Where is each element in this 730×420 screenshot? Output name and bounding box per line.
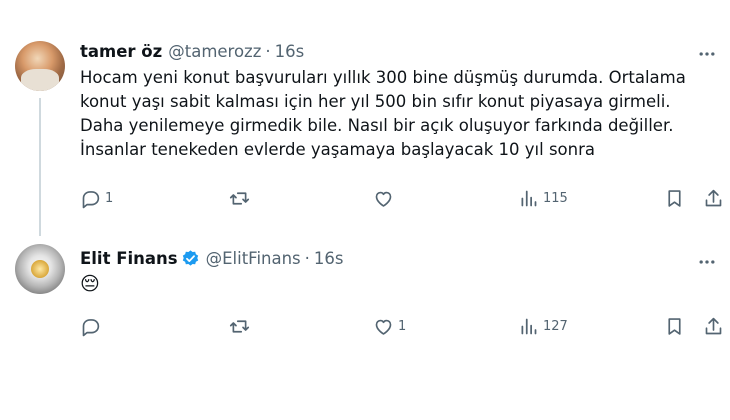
views-count: 127 bbox=[543, 319, 568, 334]
tweet-text-line: Hocam yeni konut başvuruları yıllık 300 … bbox=[80, 68, 686, 87]
tweet-text-line: 😔 bbox=[80, 273, 100, 295]
avatar[interactable] bbox=[15, 244, 65, 294]
views-icon bbox=[521, 190, 537, 207]
more-button[interactable] bbox=[696, 251, 718, 273]
more-button[interactable] bbox=[696, 43, 718, 65]
like-button[interactable] bbox=[373, 188, 398, 209]
reply-icon bbox=[82, 191, 100, 209]
separator-dot: · bbox=[265, 42, 271, 61]
tweet-actions: 1 127 bbox=[0, 316, 730, 342]
more-icon bbox=[699, 260, 715, 264]
share-button[interactable] bbox=[703, 188, 724, 209]
more-icon bbox=[699, 52, 715, 56]
reply-button[interactable]: 1 bbox=[80, 188, 113, 209]
tweet-header: Elit Finans @ElitFinans · 16s bbox=[80, 249, 344, 268]
share-icon bbox=[705, 189, 722, 207]
retweet-icon bbox=[229, 320, 250, 333]
author-name[interactable]: Elit Finans bbox=[80, 249, 178, 268]
separator-dot: · bbox=[304, 249, 310, 268]
like-icon bbox=[375, 191, 392, 207]
tweet-actions: 1 115 bbox=[0, 188, 730, 214]
reply-count: 1 bbox=[105, 191, 114, 206]
tweet-header: tamer öz @tamerozz · 16s bbox=[80, 42, 304, 61]
retweet-icon bbox=[229, 192, 250, 205]
reply-icon bbox=[82, 319, 100, 337]
like-count: 1 bbox=[398, 319, 407, 334]
tweet-text: 😔 bbox=[80, 272, 720, 296]
bookmark-button[interactable] bbox=[664, 316, 685, 337]
bookmark-icon bbox=[668, 190, 681, 207]
author-handle[interactable]: @tamerozz bbox=[168, 42, 261, 61]
tweet-text: Hocam yeni konut başvuruları yıllık 300 … bbox=[80, 66, 720, 162]
tweet[interactable]: tamer öz @tamerozz · 16s Hocam yeni konu… bbox=[0, 30, 730, 228]
author-handle[interactable]: @ElitFinans bbox=[206, 249, 301, 268]
like-button[interactable]: 1 bbox=[373, 316, 406, 337]
verified-badge-icon bbox=[182, 250, 198, 266]
tweet-text-line: konut yaşı sabit kalması için her yıl 50… bbox=[80, 92, 671, 111]
timestamp[interactable]: 16s bbox=[314, 249, 344, 268]
avatar[interactable] bbox=[15, 41, 65, 91]
tweet-text-line: İnsanlar tenekeden evlerde yaşamaya başl… bbox=[80, 140, 595, 159]
views-count: 115 bbox=[543, 191, 568, 206]
share-button[interactable] bbox=[703, 316, 724, 337]
tweet-text-line: Daha yenilemeye girmedik bile. Nasıl bir… bbox=[80, 116, 674, 135]
share-icon bbox=[705, 317, 722, 335]
tweet[interactable]: Elit Finans @ElitFinans · 16s 😔 1 127 bbox=[0, 236, 730, 356]
retweet-button[interactable] bbox=[229, 316, 254, 337]
views-icon bbox=[521, 318, 537, 335]
views-button[interactable]: 127 bbox=[518, 316, 568, 337]
bookmark-button[interactable] bbox=[664, 188, 685, 209]
author-name[interactable]: tamer öz bbox=[80, 42, 162, 61]
views-button[interactable]: 115 bbox=[518, 188, 568, 209]
timestamp[interactable]: 16s bbox=[275, 42, 305, 61]
like-icon bbox=[375, 319, 392, 335]
reply-button[interactable] bbox=[80, 316, 105, 337]
bookmark-icon bbox=[668, 318, 681, 335]
retweet-button[interactable] bbox=[229, 188, 254, 209]
